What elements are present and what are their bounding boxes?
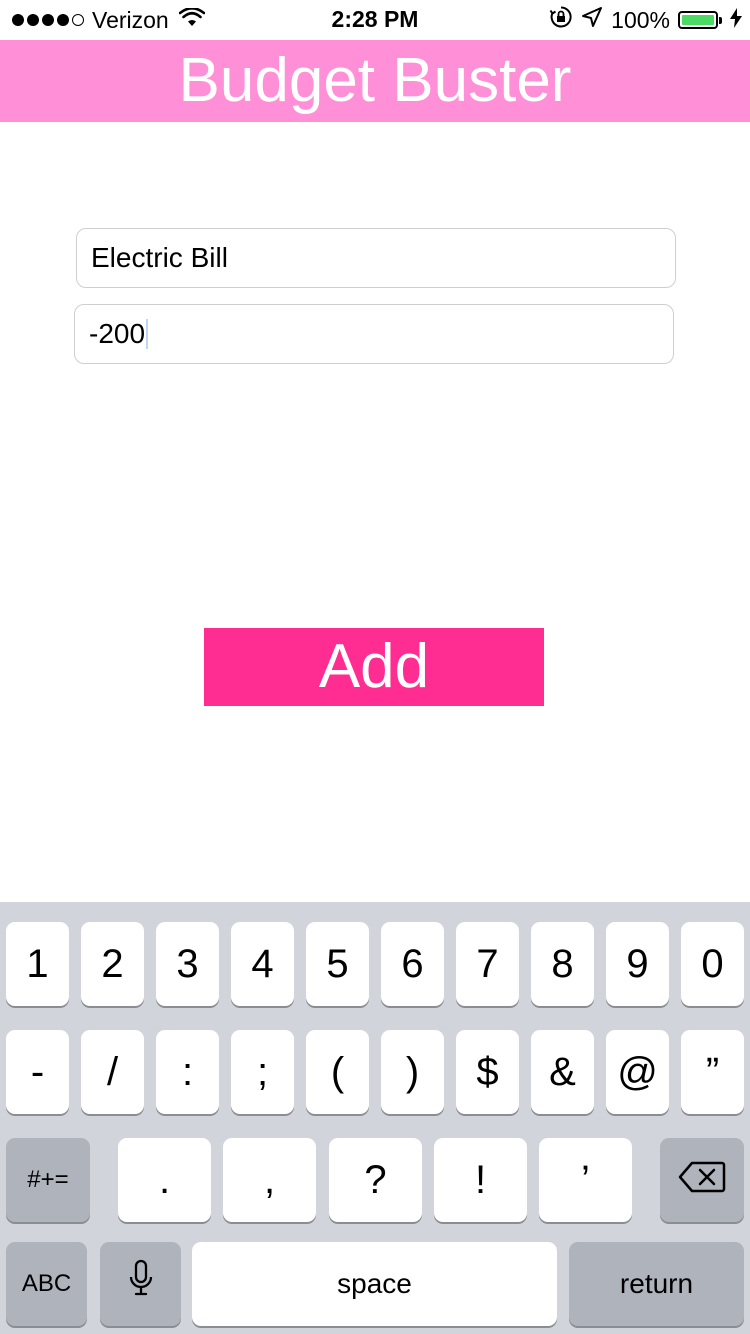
key-question[interactable]: ?	[329, 1138, 422, 1222]
status-right: 100%	[549, 6, 742, 34]
key-ampersand[interactable]: &	[531, 1030, 594, 1114]
key-comma[interactable]: ,	[223, 1138, 316, 1222]
wifi-icon	[178, 6, 206, 34]
expense-amount-input[interactable]: -200	[74, 304, 674, 364]
key-hyphen[interactable]: -	[6, 1030, 69, 1114]
key-close-paren[interactable]: )	[381, 1030, 444, 1114]
text-caret	[146, 319, 149, 349]
key-exclamation[interactable]: !	[434, 1138, 527, 1222]
charging-bolt-icon	[730, 7, 742, 34]
key-6[interactable]: 6	[381, 922, 444, 1006]
expense-name-input[interactable]: Electric Bill	[76, 228, 676, 288]
space-key[interactable]: space	[192, 1242, 557, 1326]
app-title: Budget Buster	[178, 46, 572, 115]
battery-percent: 100%	[611, 6, 670, 33]
key-9[interactable]: 9	[606, 922, 669, 1006]
key-1[interactable]: 1	[6, 922, 69, 1006]
key-quote[interactable]: ”	[681, 1030, 744, 1114]
app-header: Budget Buster	[0, 40, 750, 122]
expense-amount-value: -200	[89, 318, 146, 349]
battery-icon	[678, 11, 722, 29]
key-open-paren[interactable]: (	[306, 1030, 369, 1114]
signal-strength-icon	[12, 14, 84, 26]
key-period[interactable]: .	[118, 1138, 211, 1222]
numeric-keyboard: 1 2 3 4 5 6 7 8 9 0 - / : ; ( ) $ & @ ” …	[0, 902, 750, 1334]
carrier-name: Verizon	[92, 6, 169, 33]
key-2[interactable]: 2	[81, 922, 144, 1006]
key-7[interactable]: 7	[456, 922, 519, 1006]
key-dollar[interactable]: $	[456, 1030, 519, 1114]
key-4[interactable]: 4	[231, 922, 294, 1006]
key-at[interactable]: @	[606, 1030, 669, 1114]
status-left: Verizon	[12, 6, 206, 34]
location-arrow-icon	[581, 6, 603, 34]
expense-name-value: Electric Bill	[91, 242, 228, 273]
key-semicolon[interactable]: ;	[231, 1030, 294, 1114]
microphone-icon	[128, 1259, 154, 1309]
return-key[interactable]: return	[569, 1242, 744, 1326]
delete-backspace-icon	[678, 1158, 726, 1203]
key-colon[interactable]: :	[156, 1030, 219, 1114]
key-0[interactable]: 0	[681, 922, 744, 1006]
delete-key[interactable]	[660, 1138, 744, 1222]
key-slash[interactable]: /	[81, 1030, 144, 1114]
key-3[interactable]: 3	[156, 922, 219, 1006]
status-bar: Verizon 2:28 PM 100%	[0, 0, 750, 40]
key-apostrophe[interactable]: ’	[539, 1138, 632, 1222]
add-button[interactable]: Add	[204, 628, 544, 706]
key-5[interactable]: 5	[306, 922, 369, 1006]
orientation-lock-icon	[549, 5, 573, 35]
dictation-key[interactable]	[100, 1242, 181, 1326]
key-symbols-toggle[interactable]: #+=	[6, 1138, 90, 1222]
key-abc[interactable]: ABC	[6, 1242, 87, 1326]
key-8[interactable]: 8	[531, 922, 594, 1006]
